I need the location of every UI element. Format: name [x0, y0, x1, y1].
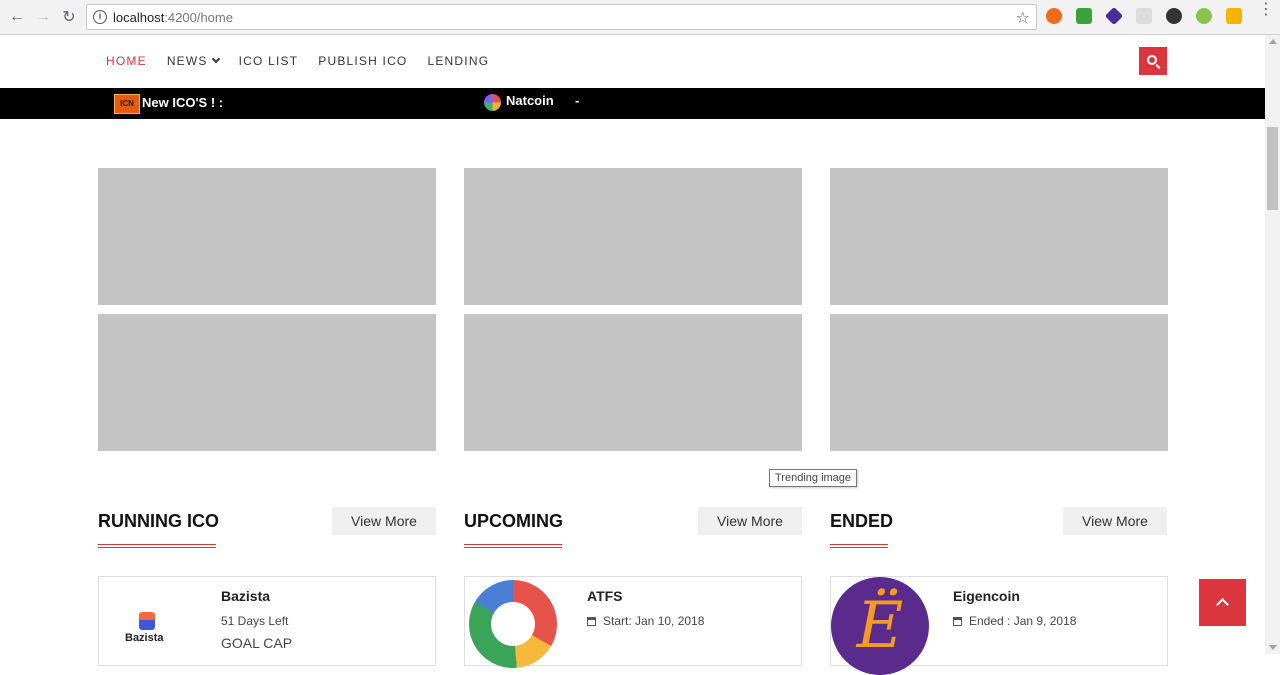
url-host: localhost: [113, 9, 165, 25]
trending-image[interactable]: [464, 168, 802, 305]
card-start-date: Start: Jan 10, 2018: [587, 614, 704, 628]
calendar-icon: [587, 617, 596, 626]
site-navbar: HOME NEWS ICO LIST PUBLISH ICO LENDING: [0, 35, 1265, 88]
nav-home[interactable]: HOME: [106, 54, 147, 68]
atfs-logo: [469, 580, 557, 668]
trending-image[interactable]: [830, 168, 1168, 305]
trending-image[interactable]: [464, 314, 802, 451]
extension-icon-gear[interactable]: [1196, 8, 1212, 24]
extension-icon-orange[interactable]: [1046, 8, 1062, 24]
nav-lending-label: LENDING: [427, 54, 490, 68]
image-tooltip: Trending image: [769, 469, 858, 487]
ico-card-atfs[interactable]: ATFS Start: Jan 10, 2018: [464, 576, 802, 668]
bazista-mark-icon: [139, 612, 155, 630]
scrollbar-thumb[interactable]: [1267, 127, 1278, 210]
chevron-up-icon: [1216, 598, 1229, 611]
bookmark-star-icon[interactable]: ☆: [1016, 8, 1030, 28]
calendar-icon: [953, 617, 962, 626]
new-ico-ticker: ICN New ICO'S ! : Natcoin -: [0, 88, 1265, 119]
trending-image[interactable]: [98, 168, 436, 305]
url-path: :4200/home: [164, 9, 233, 25]
extension-icon-purple[interactable]: [1104, 6, 1124, 26]
card-name[interactable]: ATFS: [587, 588, 623, 604]
card-start-date-text: Start: Jan 10, 2018: [603, 614, 705, 628]
extension-icon-mask[interactable]: [1166, 8, 1182, 24]
nav-news-label: NEWS: [166, 54, 208, 68]
trending-image[interactable]: [830, 314, 1168, 451]
card-days-left: 51 Days Left: [221, 614, 289, 628]
scroll-down-icon[interactable]: [1269, 645, 1277, 650]
ticker-label: New ICO'S ! :: [142, 95, 224, 110]
nav-news[interactable]: NEWS: [166, 54, 220, 68]
ico-card-eigencoin[interactable]: Ë Eigencoin Ended : Jan 9, 2018: [830, 576, 1168, 675]
section-underline: [830, 544, 888, 548]
search-icon: [1147, 55, 1157, 65]
nav-home-label: HOME: [106, 54, 147, 68]
card-ended-date: Ended : Jan 9, 2018: [953, 614, 1076, 628]
address-bar[interactable]: i localhost:4200/home ☆: [86, 4, 1037, 30]
extension-icon-gray[interactable]: [1136, 8, 1152, 24]
nav-ico-list[interactable]: ICO LIST: [239, 54, 299, 68]
forward-icon[interactable]: →: [30, 4, 56, 30]
view-more-running-button[interactable]: View More: [332, 507, 436, 535]
bazista-logo-text: Bazista: [125, 632, 164, 644]
chevron-down-icon: [211, 54, 220, 64]
section-underline: [98, 544, 216, 548]
ico-card-bazista[interactable]: Bazista Bazista 51 Days Left GOAL CAP: [98, 576, 436, 666]
natcoin-icon: [484, 94, 501, 111]
browser-toolbar: ← → ↻ i localhost:4200/home ☆ ⋮: [0, 0, 1280, 35]
site-info-icon[interactable]: i: [93, 10, 107, 24]
view-more-ended-button[interactable]: View More: [1063, 507, 1167, 535]
card-goal-cap: GOAL CAP: [221, 635, 293, 651]
reload-icon[interactable]: ↻: [56, 4, 82, 30]
section-title-ended: ENDED: [830, 511, 894, 531]
ticker-coin-name[interactable]: Natcoin: [506, 93, 554, 108]
site-logo-icon: ICN: [114, 94, 140, 114]
page-scrollbar[interactable]: [1265, 35, 1280, 654]
extension-icon-cors[interactable]: [1076, 8, 1092, 24]
extension-icon-flag[interactable]: [1226, 8, 1242, 24]
card-name[interactable]: Eigencoin: [953, 588, 1020, 604]
scroll-up-icon[interactable]: [1269, 39, 1277, 44]
nav-publish-ico-label: PUBLISH ICO: [318, 54, 408, 68]
nav-ico-list-label: ICO LIST: [238, 54, 299, 68]
search-button[interactable]: [1139, 47, 1167, 75]
browser-menu-icon[interactable]: ⋮: [1258, 2, 1274, 18]
section-title-running: RUNNING ICO: [98, 511, 219, 531]
ticker-separator: -: [575, 93, 580, 108]
section-title-upcoming: UPCOMING: [464, 511, 563, 531]
nav-lending[interactable]: LENDING: [427, 54, 489, 68]
bazista-logo: Bazista: [125, 612, 169, 644]
card-name[interactable]: Bazista: [221, 588, 270, 604]
back-icon[interactable]: ←: [4, 4, 30, 30]
trending-image[interactable]: [98, 314, 436, 451]
card-ended-date-text: Ended : Jan 9, 2018: [969, 614, 1077, 628]
back-to-top-button[interactable]: [1199, 579, 1246, 626]
nav-publish-ico[interactable]: PUBLISH ICO: [318, 54, 407, 68]
section-underline: [464, 544, 562, 548]
view-more-upcoming-button[interactable]: View More: [698, 507, 802, 535]
eigencoin-logo: Ë: [831, 577, 929, 675]
